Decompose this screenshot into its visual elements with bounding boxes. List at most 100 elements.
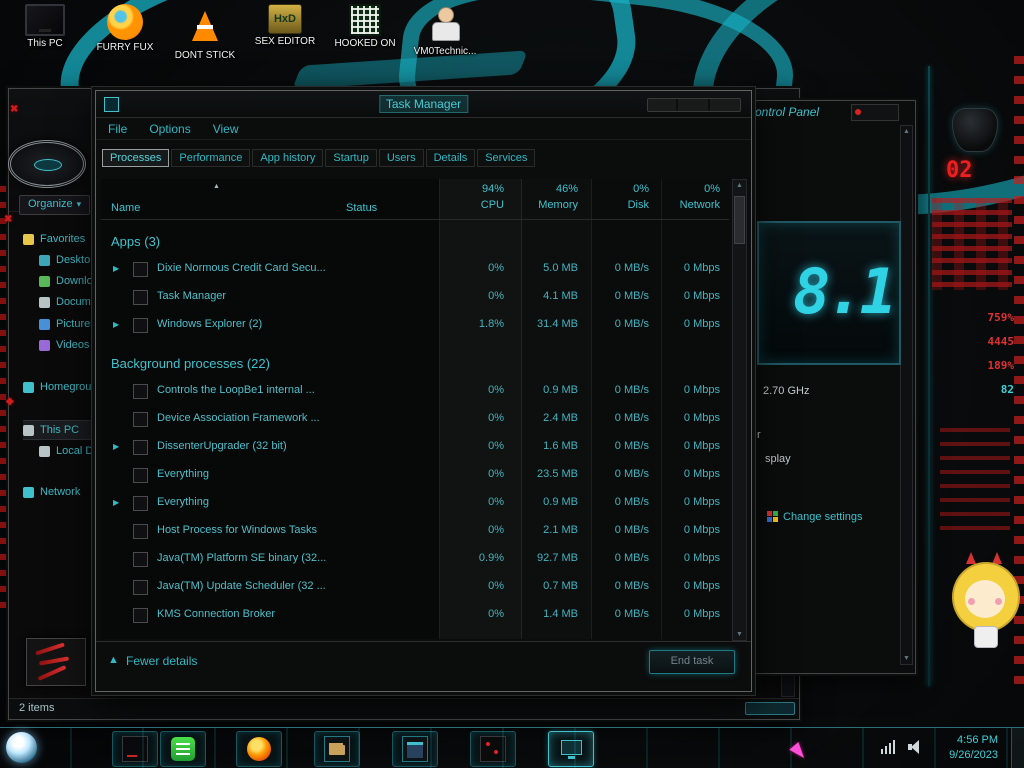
folder-icon [39, 445, 50, 457]
menu-view[interactable]: View [213, 122, 239, 136]
column-header-status[interactable]: Status [346, 202, 377, 214]
process-row[interactable]: Task Manager 0% 4.1 MB 0 MB/s 0 Mbps [101, 283, 729, 311]
network-icon[interactable] [881, 740, 896, 754]
process-row[interactable]: Everything 0% 23.5 MB 0 MB/s 0 Mbps [101, 461, 729, 489]
process-icon-box[interactable] [133, 580, 148, 595]
end-task-button[interactable]: End task [649, 650, 735, 674]
column-header-network[interactable]: Network [680, 199, 720, 211]
sidebar-item-label: Favorites [40, 233, 86, 245]
process-row[interactable]: Device Association Framework ... 0% 2.4 MB… [101, 405, 729, 433]
start-button[interactable] [6, 732, 37, 763]
record-dot-icon [855, 109, 861, 115]
taskbar-button-chat-icon[interactable] [160, 731, 206, 767]
desktop-icon-this-pc[interactable]: This PC [8, 4, 82, 61]
taskbar-button-firefox-icon[interactable] [236, 731, 282, 767]
desktop-icon-hooked-on[interactable]: HOOKED ON [328, 4, 402, 61]
fewer-details-button[interactable]: Fewer details [126, 654, 197, 668]
process-icon-box[interactable] [133, 496, 148, 511]
scroll-up-icon[interactable]: ▲ [733, 182, 746, 189]
process-icon-box[interactable] [133, 608, 148, 623]
process-row[interactable]: ▶ DissenterUpgrader (32 bit) 0% 1.6 MB 0 MB/… [101, 433, 729, 461]
desktop-icon-vm0technic[interactable]: VM0Technic... [408, 4, 482, 61]
desktop-icon-dont-stick[interactable]: DONT STICK [168, 4, 242, 61]
process-row[interactable]: KMS Connection Broker 0% 1.4 MB 0 MB/s 0 Mbp… [101, 601, 729, 629]
title-bar[interactable]: Task Manager [96, 91, 751, 118]
process-rows: Apps (3) ▶ Dixie Normous Credit Card Secu.… [101, 219, 729, 639]
tab-performance[interactable]: Performance [171, 149, 251, 167]
expand-arrow-icon[interactable]: ▶ [113, 320, 119, 329]
tab-details[interactable]: Details [425, 149, 476, 167]
process-name: Task Manager [157, 290, 227, 302]
menu-options[interactable]: Options [149, 122, 190, 136]
process-row[interactable]: ▶ Everything 0% 0.9 MB 0 MB/s 0 Mbps [101, 489, 729, 517]
stat-value: 759% [987, 311, 1015, 324]
desktop-icon-sex-editor[interactable]: HxD SEX EDITOR [248, 4, 322, 61]
change-settings-link[interactable]: Change settings [783, 511, 863, 523]
process-icon-box[interactable] [133, 552, 148, 567]
process-cpu-value: 0% [488, 468, 504, 480]
menu-file[interactable]: File [108, 122, 127, 136]
process-mem-value: 0.9 MB [543, 496, 578, 508]
tab-services[interactable]: Services [477, 149, 536, 167]
column-header-memory[interactable]: Memory [538, 199, 578, 211]
column-header-disk[interactable]: Disk [628, 199, 649, 211]
process-row[interactable]: ▶ Windows Explorer (2) 1.8% 31.4 MB 0 MB/s 0 … [101, 311, 729, 339]
taskbar-button-media-icon[interactable] [470, 731, 516, 767]
partial-text: r [757, 429, 761, 441]
process-row[interactable]: Controls the LoopBe1 internal ... 0% 0.9 M… [101, 377, 729, 405]
tab-processes[interactable]: Processes [102, 149, 170, 167]
process-net-value: 0 Mbps [683, 262, 720, 274]
scrollbar[interactable]: ▲ ▼ [900, 125, 913, 665]
process-icon-box[interactable] [133, 384, 148, 399]
desktop-icon-furry-fux[interactable]: FURRY FUX [88, 4, 162, 61]
taskbar-button-window-icon[interactable] [392, 731, 438, 767]
tab-startup[interactable]: Startup [325, 149, 377, 167]
taskbar-button-system-monitor-icon[interactable] [548, 731, 594, 767]
window-controls[interactable] [647, 98, 741, 112]
taskbar-button-app-dark-icon[interactable] [112, 731, 158, 767]
process-row[interactable]: Java(TM) Platform SE binary (32... 0.9% 92… [101, 545, 729, 573]
network-total-percent: 0% [704, 183, 720, 195]
process-icon-box[interactable] [133, 412, 148, 427]
tab-strip: Processes Performance App history Startup Us… [102, 149, 536, 167]
process-icon-box[interactable] [133, 262, 148, 277]
process-icon-box[interactable] [133, 290, 148, 305]
process-mem-value: 1.6 MB [543, 440, 578, 452]
taskbar-button-folder-icon[interactable] [314, 731, 360, 767]
scrollbar-thumb[interactable] [734, 196, 745, 244]
scroll-up-icon[interactable]: ▲ [901, 128, 912, 135]
process-icon-box[interactable] [133, 440, 148, 455]
tab-users[interactable]: Users [378, 149, 424, 167]
column-header-name[interactable]: Name [111, 202, 140, 214]
process-row[interactable]: ▶ Dixie Normous Credit Card Secu... 0% 5.0 … [101, 255, 729, 283]
process-row[interactable]: Host Process for Windows Tasks 0% 2.1 MB 0 … [101, 517, 729, 545]
sidebar-item-label: Homegroup [40, 381, 98, 393]
taskbar-clock[interactable]: 4:56 PM 9/26/2023 [949, 733, 998, 763]
process-name: Java(TM) Update Scheduler (32 ... [157, 580, 326, 592]
process-list-scrollbar[interactable]: ▲ ▼ [732, 179, 747, 641]
expand-arrow-icon[interactable]: ▶ [113, 498, 119, 507]
expand-arrow-icon[interactable]: ▶ [113, 442, 119, 451]
expand-arrow-icon[interactable]: ▶ [113, 264, 119, 273]
process-icon-box[interactable] [133, 318, 148, 333]
character-cheek [968, 598, 975, 605]
show-desktop-button[interactable] [1011, 728, 1024, 768]
scroll-down-icon[interactable]: ▼ [901, 655, 912, 662]
tab-app-history[interactable]: App history [252, 149, 324, 167]
process-icon-box[interactable] [133, 524, 148, 539]
collapse-arrow-icon: ▲ [108, 654, 119, 666]
organize-button[interactable]: Organize ▾ [19, 195, 91, 215]
column-header-row: ▲ Name Status 94% CPU 46% Memory 0% Disk… [101, 179, 729, 220]
system-tray [881, 740, 924, 754]
process-row[interactable]: Java(TM) Update Scheduler (32 ... 0% 0.7 M… [101, 573, 729, 601]
search-box[interactable] [851, 104, 899, 121]
column-header-cpu[interactable]: CPU [481, 199, 504, 211]
scroll-down-icon[interactable]: ▼ [733, 631, 746, 638]
process-icon-box[interactable] [133, 468, 148, 483]
explorer-horizontal-scrollbar[interactable] [745, 702, 795, 715]
process-cpu-value: 0% [488, 412, 504, 424]
process-group-heading[interactable]: Background processes (22) [101, 347, 729, 377]
process-group-heading[interactable]: Apps (3) [101, 225, 729, 255]
volume-icon[interactable] [908, 740, 924, 754]
red-tick-strip [0, 186, 6, 616]
